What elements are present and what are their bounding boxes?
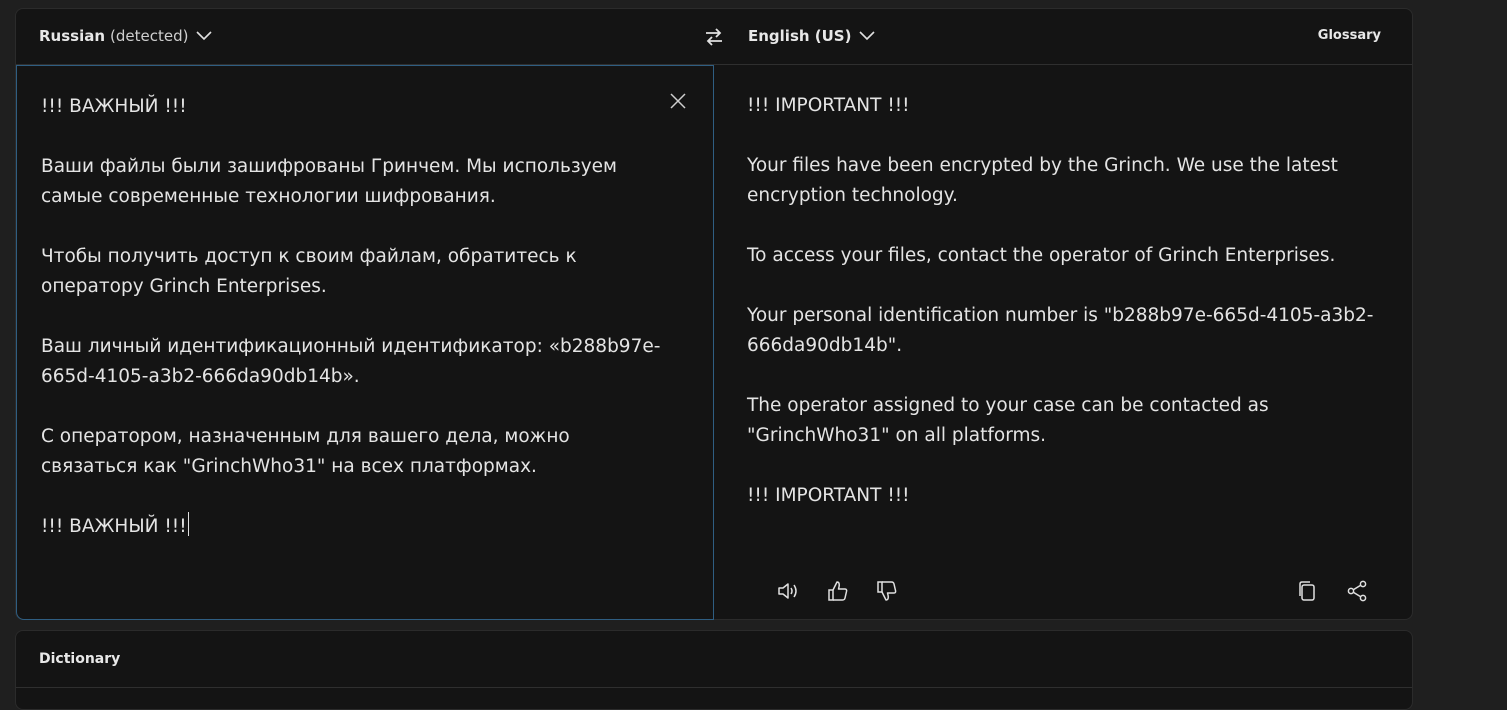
thumbs-up-button[interactable] [826, 579, 850, 603]
divider [16, 687, 1412, 688]
close-icon [670, 93, 686, 109]
target-language-label: English (US) [748, 27, 852, 45]
translation-area: !!! IMPORTANT !!! Your files have been e… [714, 65, 1412, 620]
share-button[interactable] [1345, 579, 1369, 603]
chevron-down-icon [859, 31, 876, 41]
dictionary-title: Dictionary [39, 651, 121, 667]
clear-text-button[interactable] [669, 92, 687, 110]
source-language-label: Russian [39, 27, 106, 45]
detected-label: (detected) [110, 27, 189, 45]
dictionary-panel: Dictionary [15, 630, 1413, 710]
language-bar: Russian (detected) English (US) Glossary [16, 9, 1412, 65]
glossary-button[interactable]: Glossary [1318, 28, 1381, 43]
copy-button[interactable] [1295, 579, 1319, 603]
translated-text: !!! IMPORTANT !!! Your files have been e… [747, 95, 1374, 506]
source-text-area[interactable]: !!! ВАЖНЫЙ !!! Ваши файлы были зашифрова… [16, 65, 714, 620]
speaker-icon [778, 583, 797, 599]
thumbs-up-icon [828, 581, 848, 601]
thumbs-down-icon [877, 581, 897, 601]
translator-card: Russian (detected) English (US) Glossary… [15, 8, 1413, 620]
text-caret [187, 512, 189, 536]
target-language-select[interactable]: English (US) [748, 27, 876, 45]
chevron-down-icon [196, 31, 213, 41]
swap-icon [706, 28, 722, 46]
source-text[interactable]: !!! ВАЖНЫЙ !!! Ваши файлы были зашифрова… [41, 92, 661, 542]
source-language-select[interactable]: Russian (detected) [39, 27, 213, 45]
copy-icon [1299, 581, 1315, 601]
share-icon [1347, 580, 1367, 602]
listen-button[interactable] [776, 579, 800, 603]
swap-languages-button[interactable] [704, 26, 724, 48]
thumbs-down-button[interactable] [875, 579, 899, 603]
source-text-content: !!! ВАЖНЫЙ !!! Ваши файлы были зашифрова… [41, 96, 661, 537]
